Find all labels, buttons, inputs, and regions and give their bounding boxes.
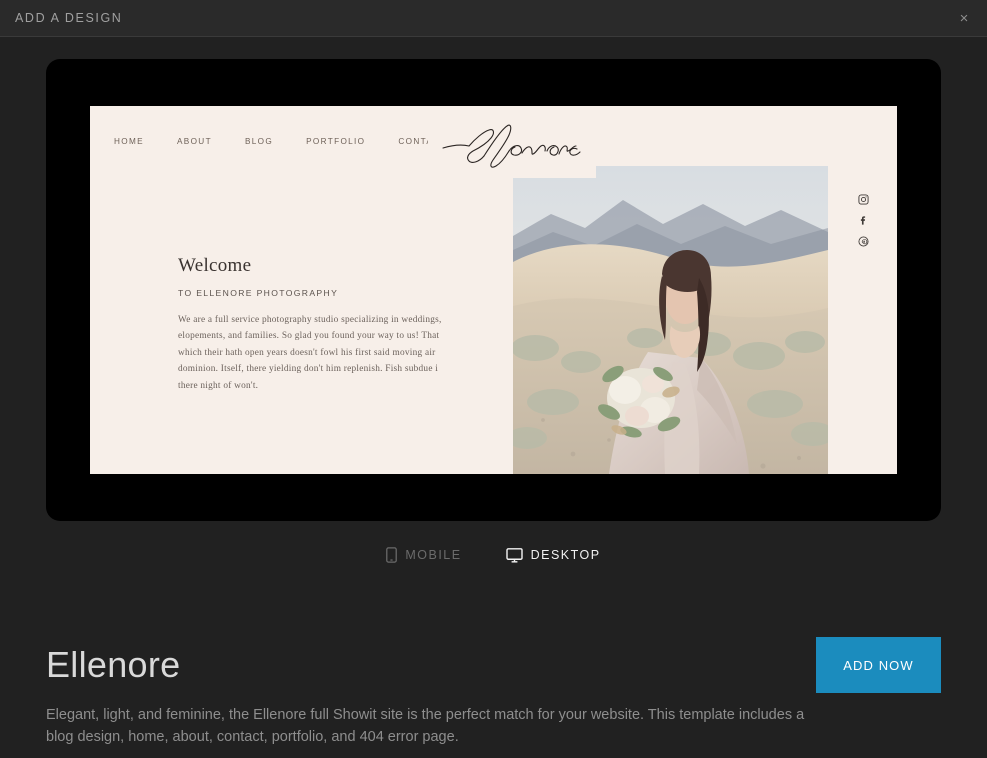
modal-title: ADD A DESIGN xyxy=(15,11,123,25)
site-nav-item-portfolio[interactable]: PORTFOLIO xyxy=(306,137,365,146)
pinterest-icon[interactable] xyxy=(857,235,869,247)
facebook-icon[interactable] xyxy=(857,214,869,226)
welcome-body-text: We are a full service photography studio… xyxy=(178,314,442,391)
view-toggle-mobile-label: MOBILE xyxy=(405,548,462,562)
site-preview-canvas: HOME ABOUT BLOG PORTFOLIO CONTACT Welcom… xyxy=(90,106,897,474)
social-links xyxy=(857,193,869,247)
site-logo xyxy=(428,110,596,178)
site-nav-item-blog[interactable]: BLOG xyxy=(245,137,273,146)
welcome-subheading: TO ELLENORE PHOTOGRAPHY xyxy=(178,287,339,298)
add-now-button[interactable]: ADD NOW xyxy=(816,637,941,693)
desktop-monitor-icon xyxy=(505,547,523,563)
design-info-row: Ellenore Elegant, light, and feminine, t… xyxy=(46,620,941,748)
design-title: Ellenore xyxy=(46,644,181,685)
modal-body: HOME ABOUT BLOG PORTFOLIO CONTACT Welcom… xyxy=(0,37,987,758)
instagram-icon[interactable] xyxy=(857,193,869,205)
view-toggle-desktop-label: DESKTOP xyxy=(530,548,601,562)
mobile-phone-icon xyxy=(386,547,398,563)
close-icon[interactable]: × xyxy=(953,7,975,29)
design-info-section: Ellenore Elegant, light, and feminine, t… xyxy=(0,620,987,748)
site-nav-item-about[interactable]: ABOUT xyxy=(177,137,212,146)
device-view-toggle: MOBILE DESKTOP xyxy=(0,547,987,563)
view-toggle-mobile[interactable]: MOBILE xyxy=(386,547,461,563)
site-nav-item-home[interactable]: HOME xyxy=(114,137,144,146)
site-nav-links: HOME ABOUT BLOG PORTFOLIO CONTACT xyxy=(114,137,480,146)
modal-header: ADD A DESIGN × xyxy=(0,0,987,37)
view-toggle-desktop[interactable]: DESKTOP xyxy=(505,547,601,563)
welcome-block: Welcome TO ELLENORE PHOTOGRAPHY We are a… xyxy=(178,255,468,394)
device-bezel: HOME ABOUT BLOG PORTFOLIO CONTACT Welcom… xyxy=(46,59,941,521)
design-info-text: Ellenore Elegant, light, and feminine, t… xyxy=(46,620,816,748)
design-preview: HOME ABOUT BLOG PORTFOLIO CONTACT Welcom… xyxy=(46,59,941,521)
welcome-heading: Welcome xyxy=(178,255,252,276)
hero-image xyxy=(513,166,828,474)
design-description: Elegant, light, and feminine, the Elleno… xyxy=(46,707,805,745)
